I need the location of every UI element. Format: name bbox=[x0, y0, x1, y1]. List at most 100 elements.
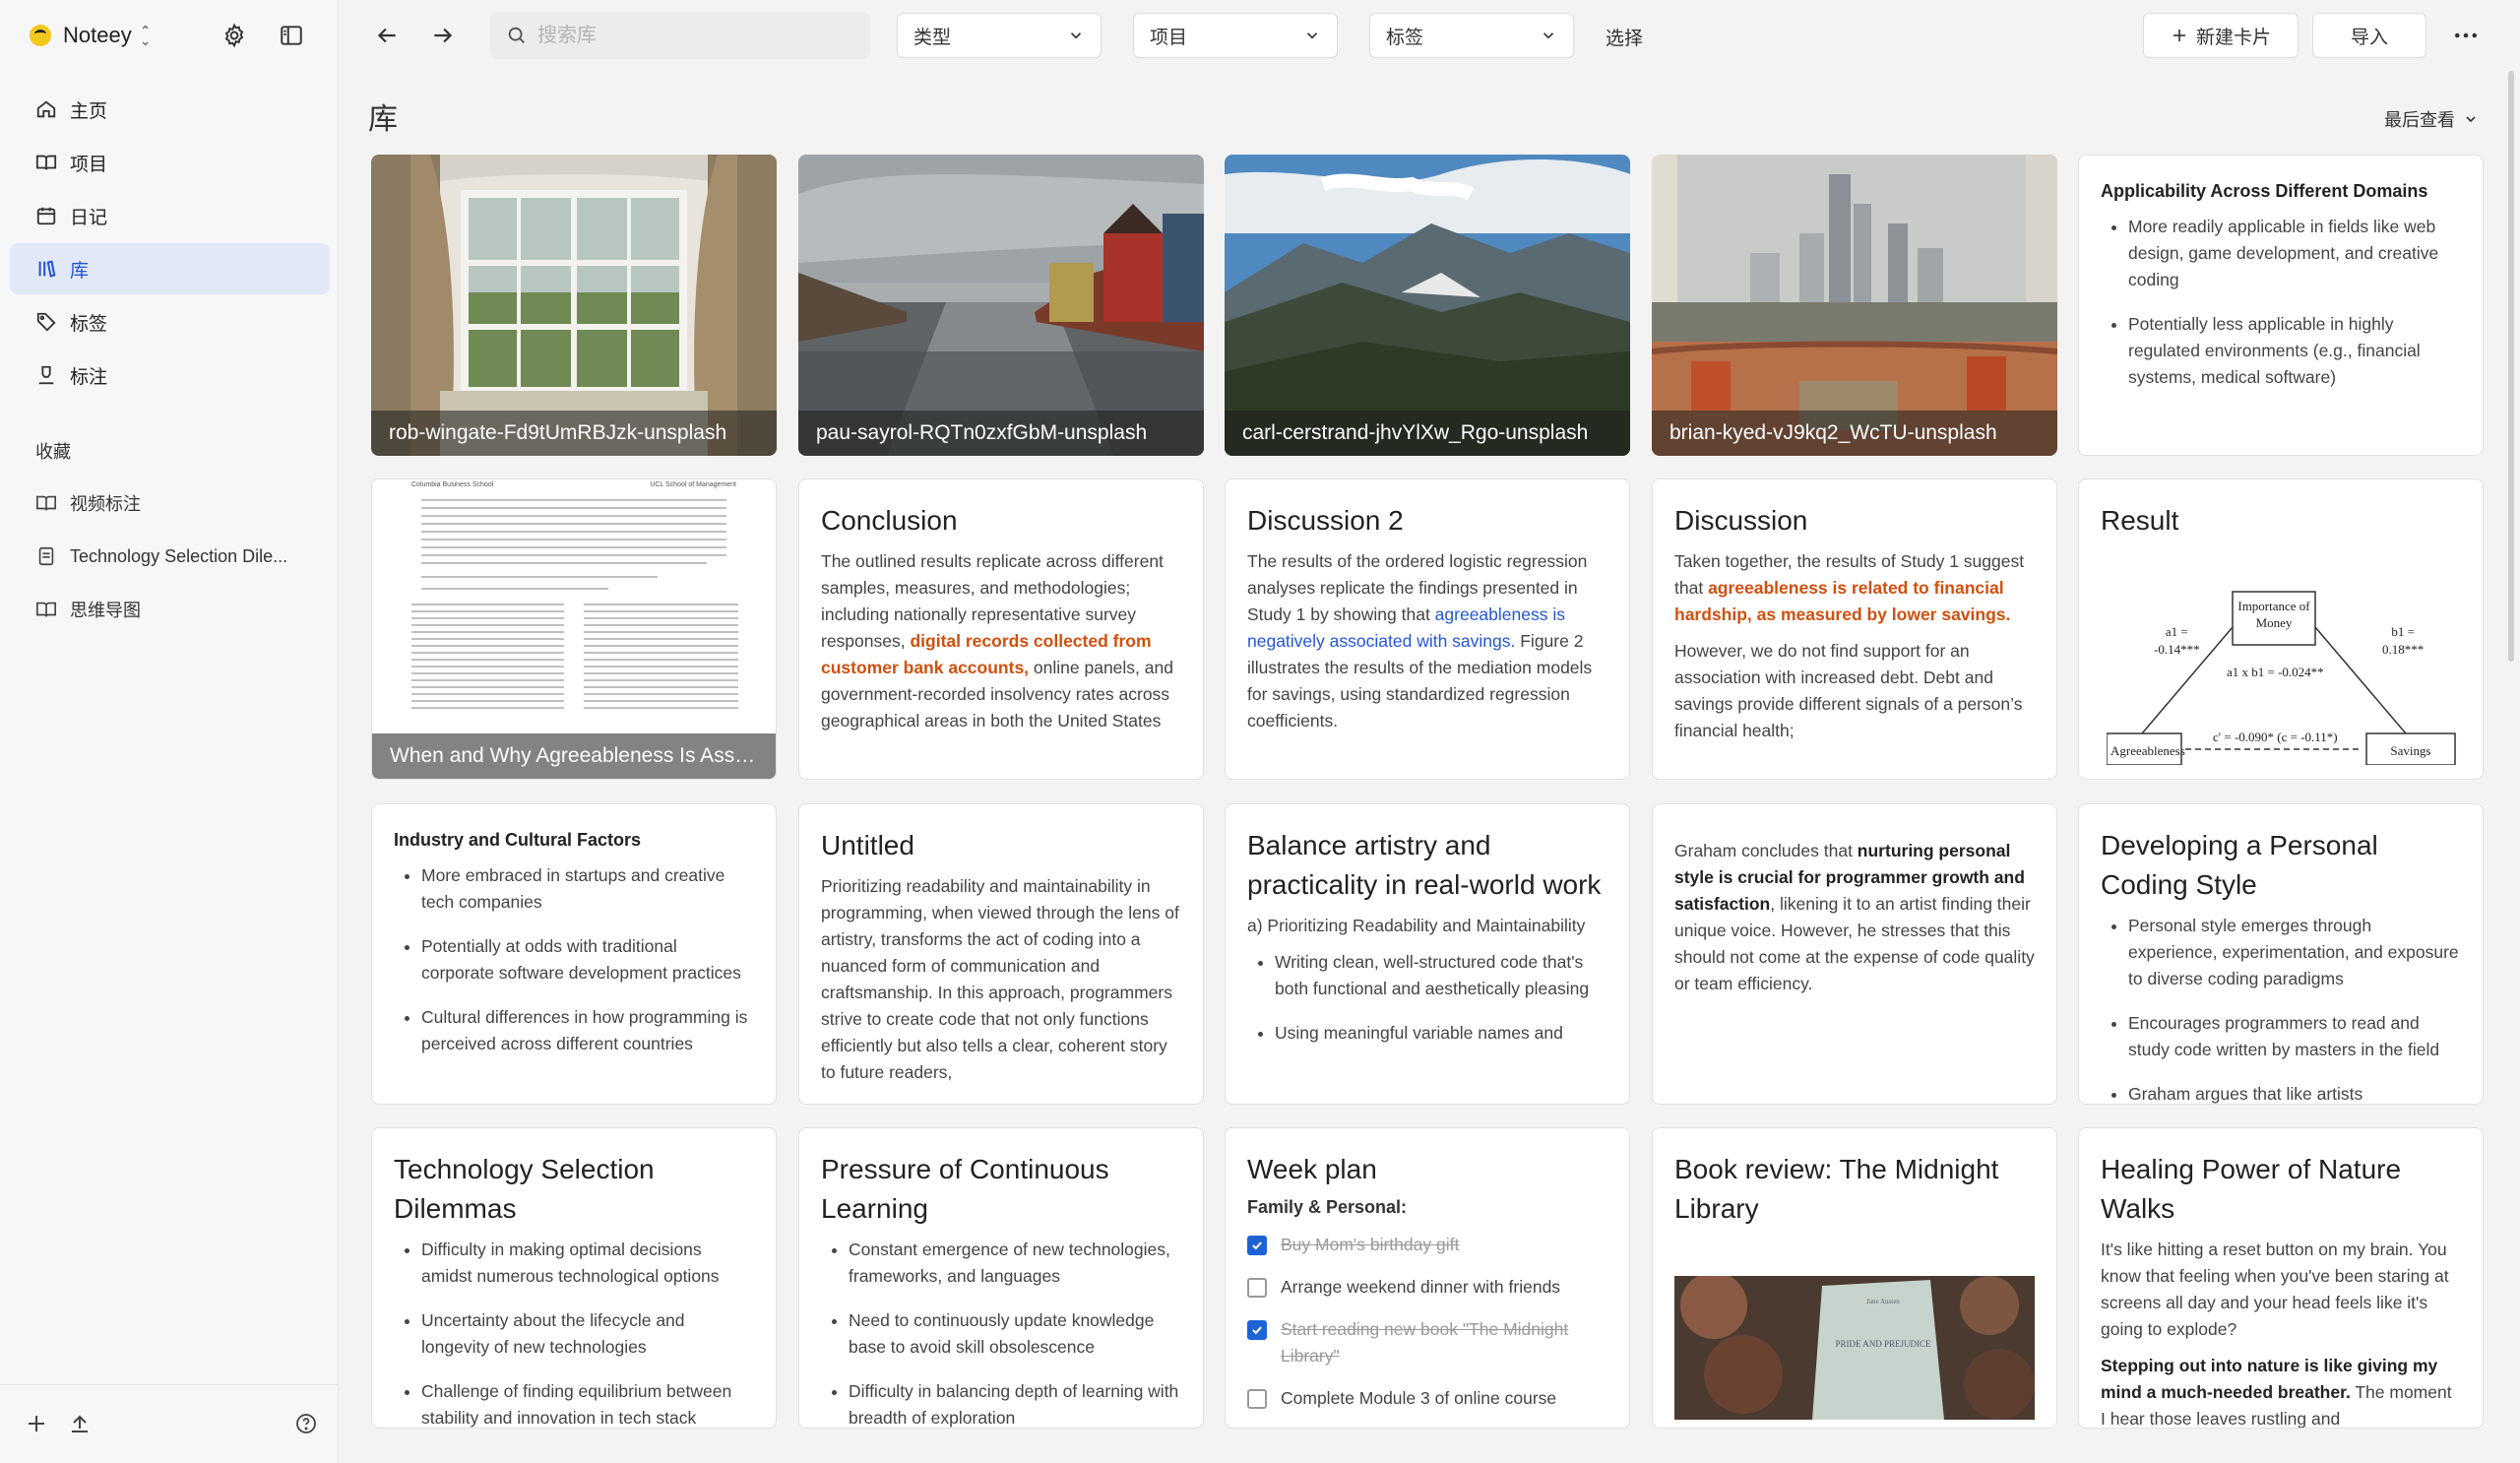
pdf-caption: When and Why Agreeableness Is Associated… bbox=[372, 733, 776, 779]
checkbox-unchecked[interactable] bbox=[1247, 1389, 1267, 1409]
card-title: Conclusion bbox=[821, 505, 958, 536]
book-icon bbox=[34, 598, 58, 621]
diagram-b1: b1 = 0.18*** bbox=[2382, 624, 2425, 657]
list-item: Difficulty in making optimal decisions a… bbox=[421, 1237, 754, 1290]
sort-label: 最后查看 bbox=[2384, 110, 2455, 130]
checkbox-unchecked[interactable] bbox=[1247, 1278, 1267, 1298]
card-title: Healing Power of Nature Walks bbox=[2101, 1154, 2402, 1224]
note-card-result[interactable]: Result Importance of Money a1 = -0.14*** … bbox=[2078, 478, 2484, 780]
add-icon[interactable] bbox=[22, 1409, 51, 1438]
nav-item-home[interactable]: 主页 bbox=[10, 84, 330, 135]
nav-label: 主页 bbox=[70, 100, 108, 122]
favorite-item-mindmap[interactable]: 思维导图 bbox=[10, 584, 330, 635]
card-title: Discussion bbox=[1674, 505, 1808, 536]
card-text: Graham concludes that nurturing personal… bbox=[1674, 841, 2035, 993]
image-card-mountains[interactable]: carl-cerstrand-jhvYlXw_Rgo-unsplash bbox=[1225, 155, 1630, 456]
chevron-updown-icon: ⌃ ⌄ bbox=[139, 23, 152, 48]
list-item: Cultural differences in how programming … bbox=[421, 1004, 754, 1057]
card-text: Stepping out into nature is like giving … bbox=[2101, 1356, 2452, 1429]
bullet-list: Difficulty in making optimal decisions a… bbox=[394, 1237, 754, 1428]
diagram-direct: c' = -0.090* (c = -0.11*) bbox=[2213, 730, 2338, 744]
note-card-pressure[interactable]: Pressure of Continuous Learning Constant… bbox=[798, 1127, 1204, 1429]
image-card-window[interactable]: rob-wingate-Fd9tUmRBJzk-unsplash bbox=[371, 155, 777, 456]
card-title: Technology Selection Dilemmas bbox=[394, 1154, 655, 1224]
note-card-untitled[interactable]: Untitled Prioritizing readability and ma… bbox=[798, 803, 1204, 1105]
library-icon bbox=[34, 257, 58, 281]
note-card-industry[interactable]: Industry and Cultural Factors More embra… bbox=[371, 803, 777, 1105]
note-card-techsel[interactable]: Technology Selection Dilemmas Difficulty… bbox=[371, 1127, 777, 1429]
list-item: Potentially at odds with traditional cor… bbox=[421, 933, 754, 986]
nav-item-library[interactable]: 库 bbox=[10, 243, 330, 294]
new-card-label: 新建卡片 bbox=[2195, 27, 2271, 48]
upload-icon[interactable] bbox=[65, 1409, 94, 1438]
image-caption: brian-kyed-vJ9kq2_WcTU-unsplash bbox=[1652, 411, 2057, 456]
workspace-switcher[interactable]: Noteey ⌃ ⌄ bbox=[30, 18, 151, 53]
new-card-button[interactable]: 新建卡片 bbox=[2143, 13, 2299, 58]
forward-arrow-icon[interactable] bbox=[425, 18, 461, 53]
card-text: It's like hitting a reset button on my b… bbox=[2101, 1240, 2449, 1339]
sidebar-toggle-icon[interactable] bbox=[276, 20, 307, 51]
task-item: Complete Module 3 of online course bbox=[1247, 1385, 1607, 1412]
task-item: Buy Mom's birthday gift bbox=[1247, 1232, 1607, 1258]
card-title: Discussion 2 bbox=[1247, 505, 1404, 536]
tag-filter-select[interactable]: 标签 bbox=[1369, 13, 1574, 58]
scrollbar-thumb[interactable] bbox=[2508, 71, 2514, 662]
book-cover-title: PRIDE AND PREJUDICE bbox=[1835, 1339, 1931, 1349]
search-box[interactable] bbox=[490, 12, 870, 59]
type-filter-select[interactable]: 类型 bbox=[897, 13, 1102, 58]
bullet-list: Constant emergence of new technologies, … bbox=[821, 1237, 1181, 1428]
select-label: 标签 bbox=[1386, 27, 1424, 48]
note-card-conclusion[interactable]: Conclusion The outlined results replicat… bbox=[798, 478, 1204, 780]
note-card-personal-style[interactable]: Developing a Personal Coding Style Perso… bbox=[2078, 803, 2484, 1105]
task-text: Arrange weekend dinner with friends bbox=[1281, 1277, 1561, 1297]
app-name: Noteey bbox=[63, 23, 132, 47]
card-title: Pressure of Continuous Learning bbox=[821, 1154, 1109, 1224]
back-arrow-icon[interactable] bbox=[369, 18, 405, 53]
nav-item-projects[interactable]: 项目 bbox=[10, 137, 330, 188]
settings-gear-icon[interactable] bbox=[219, 20, 250, 51]
help-icon[interactable] bbox=[291, 1409, 321, 1438]
card-text: Prioritizing readability and maintainabi… bbox=[821, 876, 1179, 1082]
list-item: Personal style emerges through experienc… bbox=[2128, 913, 2461, 992]
card-subtitle: a) Prioritizing Readability and Maintain… bbox=[1247, 916, 1586, 935]
sort-dropdown[interactable]: 最后查看 bbox=[2384, 106, 2479, 132]
note-card-week-plan[interactable]: Week plan Family & Personal: Buy Mom's b… bbox=[1225, 1127, 1630, 1429]
note-card-domains[interactable]: Applicability Across Different Domains M… bbox=[2078, 155, 2484, 456]
sidebar-footer bbox=[0, 1384, 338, 1463]
checkbox-checked[interactable] bbox=[1247, 1320, 1267, 1340]
main-nav: 主页 项目 日记 库 标签 标注 bbox=[10, 84, 330, 403]
bullet-list: More readily applicable in fields like w… bbox=[2101, 214, 2461, 391]
task-text: Complete Module 3 of online course bbox=[1281, 1388, 1557, 1408]
more-options-icon[interactable] bbox=[2448, 18, 2484, 53]
image-card-city[interactable]: brian-kyed-vJ9kq2_WcTU-unsplash bbox=[1652, 155, 2057, 456]
page-scrollbar[interactable] bbox=[2508, 71, 2516, 662]
image-card-canal[interactable]: pau-sayrol-RQTn0zxfGbM-unsplash bbox=[798, 155, 1204, 456]
bullet-list: Writing clean, well-structured code that… bbox=[1247, 949, 1607, 1047]
note-card-discussion[interactable]: Discussion Taken together, the results o… bbox=[1652, 478, 2057, 780]
task-item: Start reading new book "The Midnight Lib… bbox=[1247, 1316, 1607, 1369]
note-card-discussion2[interactable]: Discussion 2 The results of the ordered … bbox=[1225, 478, 1630, 780]
task-text: Buy Mom's birthday gift bbox=[1281, 1235, 1460, 1254]
pdf-card-agreeableness[interactable]: Columbia Business School UCL School of Ma… bbox=[371, 478, 777, 780]
list-item: More embraced in startups and creative t… bbox=[421, 862, 754, 916]
project-filter-select[interactable]: 项目 bbox=[1133, 13, 1338, 58]
nav-item-tags[interactable]: 标签 bbox=[10, 296, 330, 348]
nav-label: 库 bbox=[70, 260, 90, 282]
favorite-item-techsel[interactable]: Technology Selection Dile... bbox=[10, 531, 330, 582]
favorite-item-video[interactable]: 视频标注 bbox=[10, 477, 330, 529]
card-subtitle: Family & Personal: bbox=[1247, 1197, 1408, 1217]
checkbox-checked[interactable] bbox=[1247, 1236, 1267, 1255]
image-caption: rob-wingate-Fd9tUmRBJzk-unsplash bbox=[371, 411, 777, 456]
import-button[interactable]: 导入 bbox=[2312, 13, 2426, 58]
nav-item-annotations[interactable]: 标注 bbox=[10, 350, 330, 401]
favorite-label: 视频标注 bbox=[70, 494, 141, 514]
select-mode-button[interactable]: 选择 bbox=[1606, 24, 1643, 50]
note-card-nature-walks[interactable]: Healing Power of Nature Walks It's like … bbox=[2078, 1127, 2484, 1429]
nav-item-journal[interactable]: 日记 bbox=[10, 190, 330, 241]
note-card-balance[interactable]: Balance artistry and practicality in rea… bbox=[1225, 803, 1630, 1105]
card-text: The outlined results replicate across di… bbox=[821, 551, 1173, 731]
note-card-book-review[interactable]: Book review: The Midnight Library PRIDE … bbox=[1652, 1127, 2057, 1429]
note-card-graham[interactable]: Graham concludes that nurturing personal… bbox=[1652, 803, 2057, 1105]
bullet-list: More embraced in startups and creative t… bbox=[394, 862, 754, 1057]
search-input[interactable] bbox=[537, 24, 852, 47]
